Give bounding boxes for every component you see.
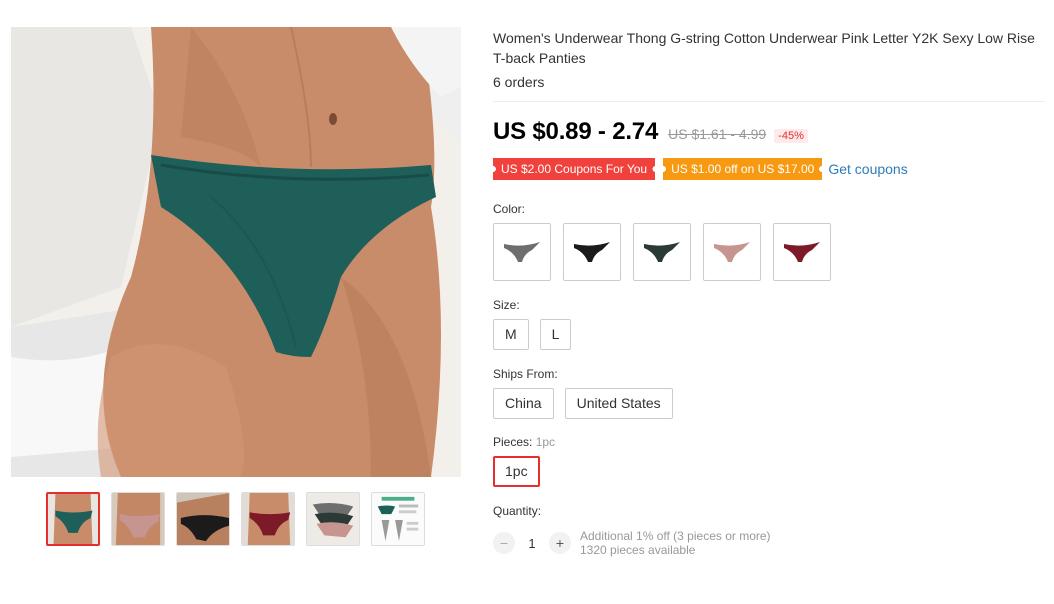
quantity-label: Quantity: <box>493 504 542 518</box>
color-swatch-gray[interactable] <box>493 223 551 281</box>
color-swatch-dark-green[interactable] <box>633 223 691 281</box>
thumbnail-6[interactable] <box>371 492 425 546</box>
swatch-black-image <box>574 242 610 262</box>
color-swatch-black[interactable] <box>563 223 621 281</box>
ships-from-options: China United States <box>493 388 1045 419</box>
bulk-discount-note: Additional 1% off (3 pieces or more) <box>580 529 771 543</box>
thumbnail-1[interactable] <box>46 492 100 546</box>
ships-option-united-states[interactable]: United States <box>564 388 673 419</box>
coupon-select[interactable]: US $1.00 off on US $17.00 <box>663 158 823 180</box>
size-option-l[interactable]: L <box>539 319 572 350</box>
orders-count: 6 orders <box>493 74 545 90</box>
swatch-red-image <box>784 242 820 262</box>
product-info-panel: Women's Underwear Thong G-string Cotton … <box>493 28 1045 557</box>
size-label: Size: <box>493 298 520 312</box>
coupon-row: US $2.00 Coupons For You US $1.00 off on… <box>493 158 1045 180</box>
stock-available: 1320 pieces available <box>580 543 696 557</box>
pieces-selected-value: 1pc <box>535 435 556 449</box>
thumbnail-4[interactable] <box>241 492 295 546</box>
ships-option-china[interactable]: China <box>493 388 554 419</box>
pieces-options: 1pc <box>493 456 1045 487</box>
product-title: Women's Underwear Thong G-string Cotton … <box>493 30 1035 66</box>
quantity-note: Additional 1% off (3 pieces or more) 132… <box>580 529 771 557</box>
size-option-m[interactable]: M <box>493 319 529 350</box>
quantity-decrease-button[interactable]: − <box>493 532 515 554</box>
pieces-label: Pieces: 1pc <box>493 435 1045 449</box>
pieces-option-1pc[interactable]: 1pc <box>493 456 540 487</box>
color-swatch-pink[interactable] <box>703 223 761 281</box>
get-coupons-link[interactable]: Get coupons <box>828 161 907 177</box>
current-price: US $0.89 - 2.74 <box>493 118 659 145</box>
divider <box>493 101 1045 102</box>
ships-from-label: Ships From: <box>493 367 558 381</box>
swatch-pink-image <box>714 242 750 262</box>
discount-badge: -45% <box>774 129 808 143</box>
quantity-increase-button[interactable]: + <box>549 532 571 554</box>
original-price: US $1.61 - 4.99 <box>668 126 767 142</box>
thumbnail-3[interactable] <box>176 492 230 546</box>
quantity-value[interactable]: 1 <box>515 536 549 551</box>
color-swatch-wine-red[interactable] <box>773 223 831 281</box>
coupon-store[interactable]: US $2.00 Coupons For You <box>493 158 656 180</box>
thumbnail-strip <box>46 492 425 546</box>
swatch-gray-image <box>504 242 540 262</box>
color-label: Color: <box>493 202 526 216</box>
swatch-green-image <box>644 242 680 262</box>
thumbnail-5[interactable] <box>306 492 360 546</box>
price-row: US $0.89 - 2.74 US $1.61 - 4.99 -45% <box>493 118 1045 146</box>
thumbnail-2[interactable] <box>111 492 165 546</box>
color-swatches <box>493 223 1045 281</box>
pieces-label-text: Pieces: <box>493 435 533 449</box>
main-product-image[interactable] <box>11 27 461 477</box>
quantity-stepper: − 1 + Additional 1% off (3 pieces or mor… <box>493 529 1045 557</box>
size-options: M L <box>493 319 1045 350</box>
